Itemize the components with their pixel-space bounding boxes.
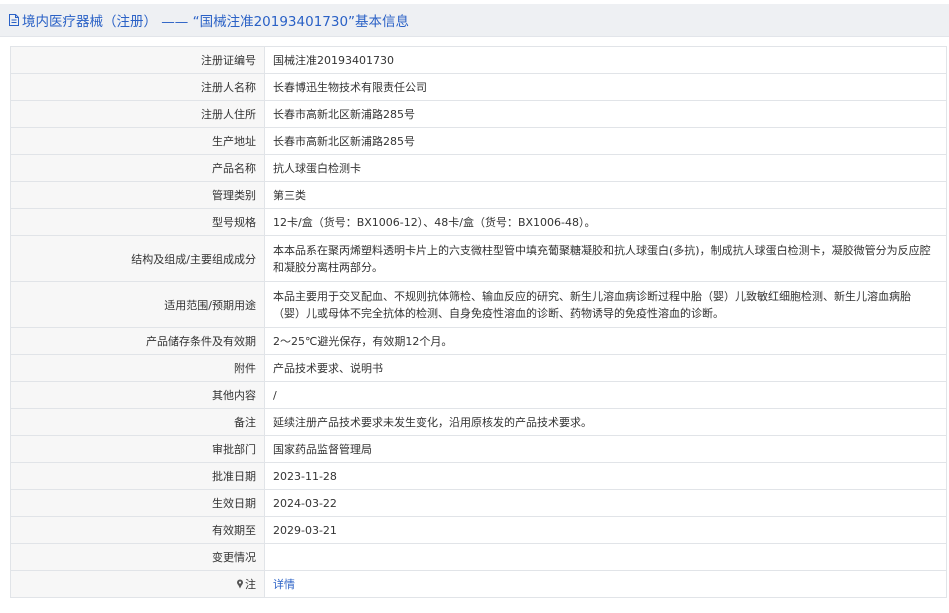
row-label: 产品名称 xyxy=(10,154,265,182)
row-label: 其他内容 xyxy=(10,381,265,409)
row-label: 型号规格 xyxy=(10,208,265,236)
row-value: 2029-03-21 xyxy=(264,516,947,544)
row-value: 长春博迅生物技术有限责任公司 xyxy=(264,73,947,101)
row-value: 长春市高新北区新浦路285号 xyxy=(264,127,947,155)
table-row: 生产地址 长春市高新北区新浦路285号 xyxy=(10,127,947,155)
row-value xyxy=(264,543,947,571)
row-label: 管理类别 xyxy=(10,181,265,209)
row-value: 产品技术要求、说明书 xyxy=(264,354,947,382)
row-label: 附件 xyxy=(10,354,265,382)
row-label: 生效日期 xyxy=(10,489,265,517)
row-value: 12卡/盒（货号：BX1006-12）、48卡/盒（货号：BX1006-48）。 xyxy=(264,208,947,236)
note-label-cell: 注 xyxy=(10,570,265,598)
table-row: 批准日期 2023-11-28 xyxy=(10,462,947,490)
row-label: 注册证编号 xyxy=(10,46,265,74)
info-table: 注册证编号 国械注准20193401730 注册人名称 长春博迅生物技术有限责任… xyxy=(10,46,947,598)
row-value: 第三类 xyxy=(264,181,947,209)
table-row: 其他内容 / xyxy=(10,381,947,409)
table-row: 备注 延续注册产品技术要求未发生变化，沿用原核发的产品技术要求。 xyxy=(10,408,947,436)
row-label: 审批部门 xyxy=(10,435,265,463)
row-value: 本品主要用于交叉配血、不规则抗体筛检、输血反应的研究、新生儿溶血病诊断过程中胎（… xyxy=(264,281,947,328)
table-row: 注册人住所 长春市高新北区新浦路285号 xyxy=(10,100,947,128)
table-row: 附件 产品技术要求、说明书 xyxy=(10,354,947,382)
page-header: 境内医疗器械（注册） —— “国械注准20193401730”基本信息 xyxy=(0,4,949,37)
row-value: 国家药品监督管理局 xyxy=(264,435,947,463)
note-label: 注 xyxy=(245,578,256,591)
table-row: 注册人名称 长春博迅生物技术有限责任公司 xyxy=(10,73,947,101)
table-row: 结构及组成/主要组成成分 本本品系在聚丙烯塑料透明卡片上的六支微柱型管中填充葡聚… xyxy=(10,235,947,282)
details-link[interactable]: 详情 xyxy=(273,578,295,591)
table-row: 有效期至 2029-03-21 xyxy=(10,516,947,544)
row-label: 产品储存条件及有效期 xyxy=(10,327,265,355)
row-label: 变更情况 xyxy=(10,543,265,571)
row-value: 2024-03-22 xyxy=(264,489,947,517)
row-value: 2～25℃避光保存，有效期12个月。 xyxy=(264,327,947,355)
row-label: 注册人名称 xyxy=(10,73,265,101)
row-value: 延续注册产品技术要求未发生变化，沿用原核发的产品技术要求。 xyxy=(264,408,947,436)
row-label: 注册人住所 xyxy=(10,100,265,128)
pin-icon xyxy=(236,579,244,589)
row-label: 结构及组成/主要组成成分 xyxy=(10,235,265,282)
table-row: 型号规格 12卡/盒（货号：BX1006-12）、48卡/盒（货号：BX1006… xyxy=(10,208,947,236)
row-label: 批准日期 xyxy=(10,462,265,490)
page-title: 境内医疗器械（注册） —— “国械注准20193401730”基本信息 xyxy=(22,14,410,30)
table-row-note: 注 详情 xyxy=(10,570,947,598)
table-row: 变更情况 xyxy=(10,543,947,571)
row-label: 有效期至 xyxy=(10,516,265,544)
row-value: / xyxy=(264,381,947,409)
row-value: 长春市高新北区新浦路285号 xyxy=(264,100,947,128)
table-row: 适用范围/预期用途 本品主要用于交叉配血、不规则抗体筛检、输血反应的研究、新生儿… xyxy=(10,281,947,328)
row-value: 抗人球蛋白检测卡 xyxy=(264,154,947,182)
table-row: 产品储存条件及有效期 2～25℃避光保存，有效期12个月。 xyxy=(10,327,947,355)
row-label: 适用范围/预期用途 xyxy=(10,281,265,328)
info-table-container: 注册证编号 国械注准20193401730 注册人名称 长春博迅生物技术有限责任… xyxy=(10,46,947,598)
table-row: 注册证编号 国械注准20193401730 xyxy=(10,46,947,74)
row-label: 生产地址 xyxy=(10,127,265,155)
row-value: 本本品系在聚丙烯塑料透明卡片上的六支微柱型管中填充葡聚糖凝胶和抗人球蛋白(多抗)… xyxy=(264,235,947,282)
row-label: 备注 xyxy=(10,408,265,436)
table-row: 产品名称 抗人球蛋白检测卡 xyxy=(10,154,947,182)
document-icon xyxy=(8,13,20,27)
table-row: 审批部门 国家药品监督管理局 xyxy=(10,435,947,463)
row-value: 国械注准20193401730 xyxy=(264,46,947,74)
row-value: 2023-11-28 xyxy=(264,462,947,490)
note-value-cell: 详情 xyxy=(264,570,947,598)
table-row: 生效日期 2024-03-22 xyxy=(10,489,947,517)
table-row: 管理类别 第三类 xyxy=(10,181,947,209)
